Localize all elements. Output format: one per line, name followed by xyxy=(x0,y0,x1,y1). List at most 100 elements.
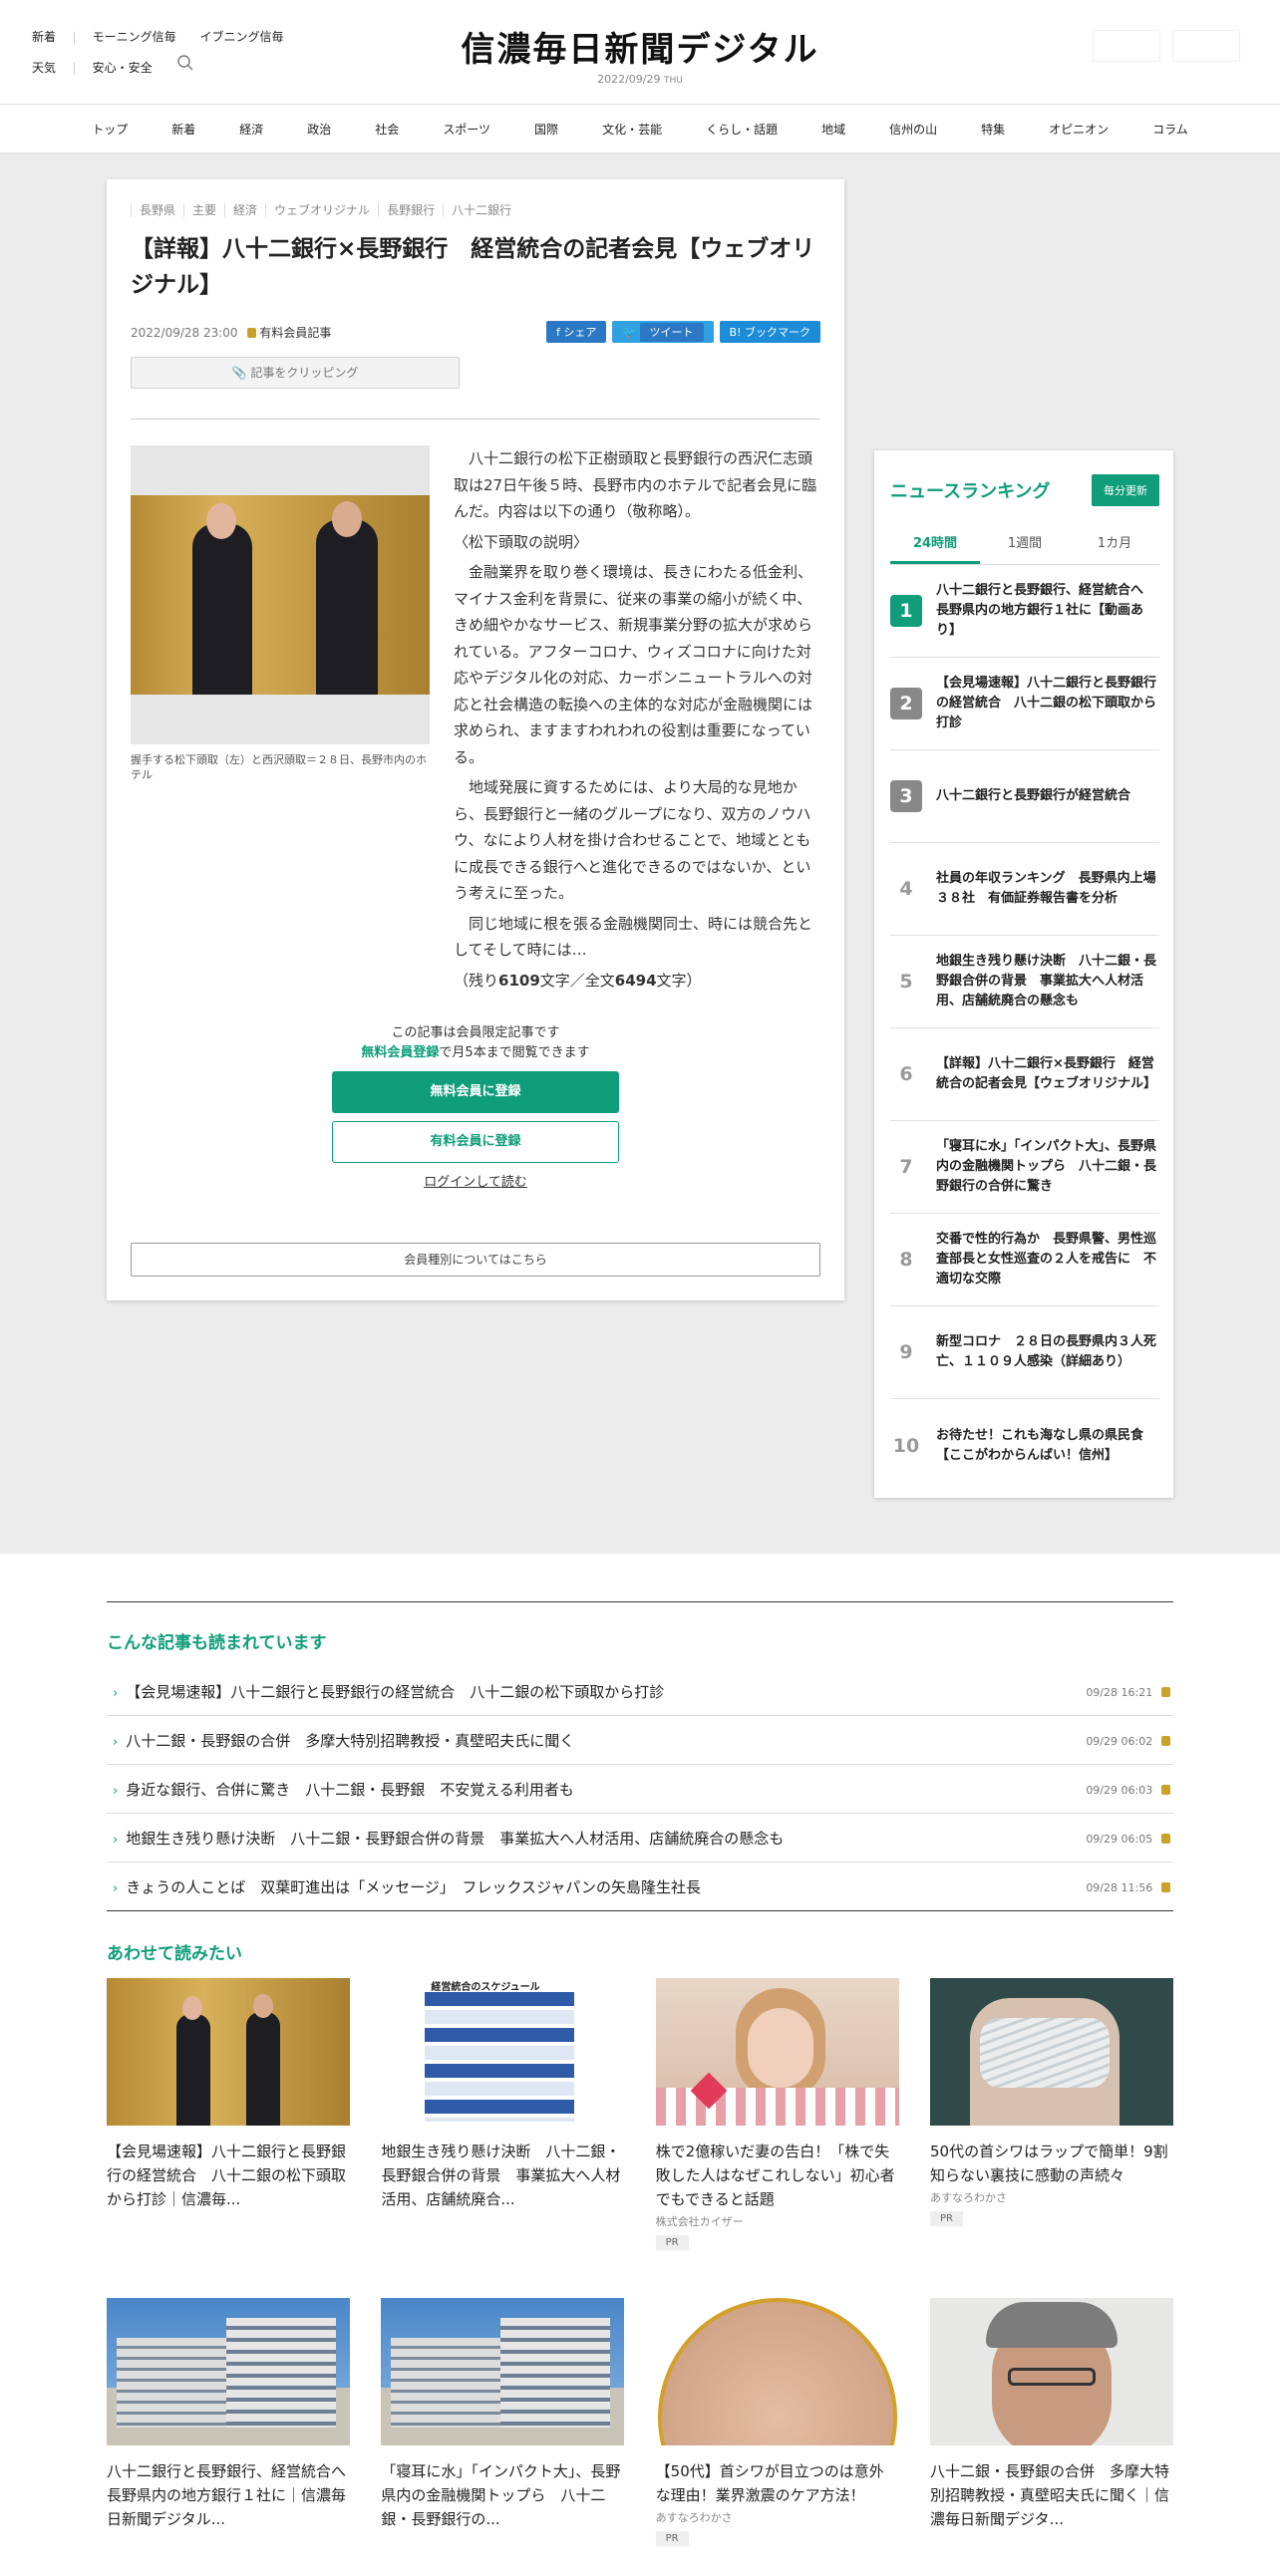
card-sponsor: あすなろわかさ xyxy=(655,2511,733,2524)
tag-link[interactable]: 経済 xyxy=(225,203,267,217)
nav-item[interactable]: くらし・話題 xyxy=(684,121,800,138)
recommend-card[interactable]: 株で2億稼いだ妻の告白！「株で失敗した人はなぜこれしない」初心者でもできると話題… xyxy=(655,1978,899,2250)
divider xyxy=(107,1910,1173,1911)
clip-button[interactable]: 📎 記事をクリッピング xyxy=(131,357,460,389)
more-title: あわせて読みたい xyxy=(107,1944,242,1964)
nav-item[interactable]: 政治 xyxy=(285,121,353,138)
nav-item[interactable]: 信州の山 xyxy=(867,121,959,138)
related-item[interactable]: › きょうの人ことば 双葉町進出は「メッセージ」 フレックスジャパンの矢島隆生社長… xyxy=(107,1862,1173,1911)
chevron-right-icon: › xyxy=(113,1880,119,1896)
nav-item[interactable]: コラム xyxy=(1130,121,1210,138)
ranking-item[interactable]: 6 【詳報】八十二銀行×長野銀行 経営統合の記者会見【ウェブオリジナル】 xyxy=(890,1028,1159,1121)
chevron-right-icon: › xyxy=(113,1783,119,1799)
ranking-tabs: 24時間 1週間 1カ月 xyxy=(890,524,1159,565)
rank-number: 9 xyxy=(899,1341,913,1363)
article-body: 握手する松下頭取（左）と西沢頭取＝２８日、長野市内のホテル 八十二銀行の松下正樹… xyxy=(131,445,820,998)
paragraph: 八十二銀行の松下正樹頭取と長野銀行の西沢仁志頭取は27日午後５時、長野市内のホテ… xyxy=(454,449,817,520)
ranking-item[interactable]: 7 「寝耳に水」「インパクト大」、長野県内の金融機関トップら 八十二銀・長野銀行の… xyxy=(890,1121,1159,1214)
card-thumbnail xyxy=(929,1978,1173,2126)
sub-heading: 〈松下頭取の説明〉 xyxy=(454,532,589,551)
ranking-item[interactable]: 10 お待たせ！これも海なし県の県民食【ここがわからんばい！信州】 xyxy=(890,1399,1159,1492)
tag-link[interactable]: 長野銀行 xyxy=(379,203,445,217)
card-thumbnail xyxy=(929,2298,1173,2445)
article-meta: 2022/09/28 23:00 有料会員記事 f シェア 🐦 ツイート B! … xyxy=(131,321,820,343)
chevron-right-icon: › xyxy=(113,1734,119,1750)
related-item[interactable]: › 八十二銀・長野銀の合併 多摩大特別招聘教授・真壁昭夫氏に聞く 09/29 06:… xyxy=(107,1716,1173,1765)
card-title: 【会見場速報】八十二銀行と長野銀行の経営統合 八十二銀の松下頭取から打診｜信濃毎… xyxy=(107,2143,347,2208)
tag-link[interactable]: ウェブオリジナル xyxy=(266,203,380,217)
ranking-item[interactable]: 5 地銀生き残り懸け決断 八十二銀・長野銀合併の背景 事業拡大へ人材活用、店舗統廃… xyxy=(890,936,1159,1028)
ranking-item[interactable]: 4 社員の年収ランキング 長野県内上場３８社 有価証券報告書を分析 xyxy=(890,843,1159,936)
bookmark-button[interactable]: B! ブックマーク xyxy=(719,321,820,343)
ranking-item-title: 【会見場速報】八十二銀行と長野銀行の経営統合 八十二銀の松下頭取から打診 xyxy=(936,676,1157,730)
related-item-date: 09/28 16:21 xyxy=(1086,1686,1153,1699)
card-thumbnail xyxy=(655,1978,899,2126)
paragraph: 同じ地域に根を張る金融機関同士、時には競合先としてそして時には… xyxy=(454,914,813,960)
recommend-card[interactable]: 経営統合のスケジュール 地銀生き残り懸け決断 八十二銀・長野銀合併の背景 事業拡大… xyxy=(381,1978,625,2250)
nav-item[interactable]: オピニオン xyxy=(1027,121,1130,138)
tag-link[interactable]: 八十二銀行 xyxy=(444,203,519,217)
share-buttons: f シェア 🐦 ツイート B! ブックマーク xyxy=(545,321,820,343)
ranking-item-title: 社員の年収ランキング 長野県内上場３８社 有価証券報告書を分析 xyxy=(936,871,1156,906)
nav-item[interactable]: 地域 xyxy=(800,121,867,138)
ranking-item[interactable]: 8 交番で性的行為か 長野県警、男性巡査部長と女性巡査の２人を戒告に 不適切な交際 xyxy=(890,1214,1159,1306)
member-types-button[interactable]: 会員種別についてはこちら xyxy=(131,1243,820,1277)
pr-badge: PR xyxy=(655,2531,689,2546)
nav-item[interactable]: スポーツ xyxy=(421,121,512,138)
ranking-item[interactable]: 9 新型コロナ ２８日の長野県内３人死亡、１１０９人感染（詳細あり） xyxy=(890,1306,1159,1399)
card-row-2: 八十二銀行と長野銀行、経営統合へ 長野県内の地方銀行１社に｜信濃毎日新聞デジタル… xyxy=(107,2298,1173,2576)
nav-item[interactable]: 国際 xyxy=(512,121,580,138)
recommend-card[interactable]: 八十二銀行と長野銀行、経営統合へ 長野県内の地方銀行１社に｜信濃毎日新聞デジタル… xyxy=(107,2298,362,2546)
tab-1month[interactable]: 1カ月 xyxy=(1070,524,1159,564)
related-item[interactable]: › 【会見場速報】八十二銀行と長野銀行の経営統合 八十二銀の松下頭取から打診 09/… xyxy=(107,1667,1173,1716)
card-title: 株で2億稼いだ妻の告白！「株で失敗した人はなぜこれしない」初心者でもできると話題 xyxy=(655,2143,895,2208)
article-text: 八十二銀行の松下正樹頭取と長野銀行の西沢仁志頭取は27日午後５時、長野市内のホテ… xyxy=(454,445,820,998)
nav-item[interactable]: 経済 xyxy=(217,121,285,138)
related-item[interactable]: › 地銀生き残り懸け決断 八十二銀・長野銀合併の背景 事業拡大へ人材活用、店舗統廃… xyxy=(107,1814,1173,1862)
recommend-card[interactable]: 「寝耳に水」「インパクト大」、長野県内の金融機関トップら 八十二銀・長野銀行の.… xyxy=(381,2298,625,2546)
related-item[interactable]: › 身近な銀行、合併に驚き 八十二銀・長野銀 不安覚える利用者も 09/29 06:… xyxy=(107,1765,1173,1814)
paragraph: 地域発展に資するためには、より大局的な見地から、長野銀行と一緒のグループになり、… xyxy=(454,778,811,902)
nav-item[interactable]: トップ xyxy=(70,121,150,138)
nav-item[interactable]: 社会 xyxy=(353,121,421,138)
header-actions xyxy=(1093,30,1240,62)
tweet-button[interactable]: 🐦 ツイート xyxy=(612,321,714,343)
person-right xyxy=(316,519,378,695)
site-logo[interactable]: 信濃毎日新聞デジタル 2022/09/29 THU xyxy=(0,22,1280,86)
photo-caption: 握手する松下頭取（左）と西沢頭取＝２８日、長野市内のホテル xyxy=(131,753,427,781)
header-action-button[interactable] xyxy=(1093,30,1160,62)
nav-item[interactable]: 新着 xyxy=(150,121,217,138)
recommend-card[interactable]: 【50代】首シワが目立つのは意外な理由！業界激震のケア方法！ あすなろわかさ PR xyxy=(655,2298,899,2546)
tab-24h[interactable]: 24時間 xyxy=(890,524,980,564)
card-row-1: 【会見場速報】八十二銀行と長野銀行の経営統合 八十二銀の松下頭取から打診｜信濃毎… xyxy=(107,1978,1173,2280)
card-title: 八十二銀行と長野銀行、経営統合へ 長野県内の地方銀行１社に｜信濃毎日新聞デジタル… xyxy=(107,2462,362,2528)
login-link[interactable]: ログインして読む xyxy=(131,1173,820,1193)
free-register-link[interactable]: 無料会員登録 xyxy=(361,1045,439,1060)
card-title: 【50代】首シワが目立つのは意外な理由！業界激震のケア方法！ xyxy=(655,2462,884,2504)
paid-register-button[interactable]: 有料会員に登録 xyxy=(332,1121,619,1163)
header-action-button[interactable] xyxy=(1172,30,1240,62)
chevron-right-icon: › xyxy=(113,1832,119,1848)
nav-item[interactable]: 特集 xyxy=(959,121,1027,138)
facebook-share-button[interactable]: f シェア xyxy=(545,321,607,343)
divider xyxy=(131,419,820,420)
photo-frame[interactable] xyxy=(131,445,430,744)
ranking-item[interactable]: 2 【会見場速報】八十二銀行と長野銀行の経営統合 八十二銀の松下頭取から打診 xyxy=(890,658,1159,750)
chevron-right-icon: › xyxy=(113,1685,119,1701)
nav-item[interactable]: 文化・芸能 xyxy=(580,121,684,138)
tag-link[interactable]: 主要 xyxy=(184,203,226,217)
remaining-count: （残り6109文字／全文6494文字） xyxy=(454,971,702,990)
recommend-card[interactable]: 50代の首シワはラップで簡単！9割知らない裏技に感動の声続々 あすなろわかさ PR xyxy=(929,1978,1173,2250)
ranking-item-title: 八十二銀行と長野銀行、経営統合へ 長野県内の地方銀行１社に【動画あり】 xyxy=(936,583,1157,638)
recommend-card[interactable]: 【会見場速報】八十二銀行と長野銀行の経営統合 八十二銀の松下頭取から打診｜信濃毎… xyxy=(107,1978,350,2250)
related-item-date: 09/28 11:56 xyxy=(1086,1881,1153,1894)
tab-1week[interactable]: 1週間 xyxy=(980,524,1070,564)
free-register-button[interactable]: 無料会員に登録 xyxy=(332,1071,619,1113)
ranking-item-title: 「寝耳に水」「インパクト大」、長野県内の金融機関トップら 八十二銀・長野銀行の合… xyxy=(936,1139,1157,1194)
lock-icon xyxy=(1161,1882,1170,1892)
recommend-card[interactable]: 八十二銀・長野銀の合併 多摩大特別招聘教授・真壁昭夫氏に聞く｜信濃毎日新聞デジタ… xyxy=(929,2298,1173,2546)
article-card: 長野県 主要 経済 ウェブオリジナル 長野銀行 八十二銀行 【詳報】八十二銀行×長野銀行 … xyxy=(107,179,844,1300)
tag-link[interactable]: 長野県 xyxy=(131,203,185,217)
ranking-item[interactable]: 3 八十二銀行と長野銀行が経営統合 xyxy=(890,750,1159,843)
ranking-item[interactable]: 1 八十二銀行と長野銀行、経営統合へ 長野県内の地方銀行１社に【動画あり】 xyxy=(890,565,1159,658)
